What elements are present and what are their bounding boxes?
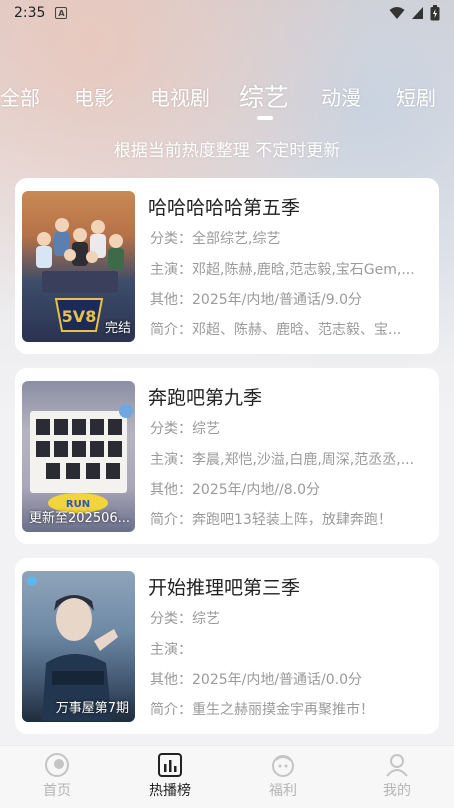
poster-image[interactable]: 5V8 完结 bbox=[22, 191, 135, 342]
status-badge: 更新至202506... bbox=[29, 511, 131, 526]
nav-home[interactable]: 首页 bbox=[17, 752, 97, 800]
chart-icon bbox=[158, 753, 182, 777]
tab-indicator bbox=[257, 116, 273, 120]
bottom-nav: 首页 热播榜 福利 我的 bbox=[0, 745, 454, 808]
poster-image[interactable]: RUN 更新至202506... bbox=[22, 381, 135, 532]
show-card[interactable]: RUN 更新至202506... 奔跑吧第九季 分类：综艺 主演：李晨,郑恺,沙… bbox=[15, 368, 439, 544]
show-title[interactable]: 哈哈哈哈哈第五季 bbox=[148, 193, 300, 220]
show-intro: 简介：重生之赫丽摸金宇再聚推市！ bbox=[150, 702, 374, 718]
nav-welfare[interactable]: 福利 bbox=[243, 752, 323, 800]
category-tabs: 全部 电影 电视剧 综艺 动漫 短剧 bbox=[0, 74, 454, 122]
svg-text:5V8: 5V8 bbox=[62, 307, 97, 326]
show-cast: 主演：李晨,郑恺,沙溢,白鹿,周深,范丞丞,... bbox=[150, 452, 415, 468]
show-category: 分类：综艺 bbox=[150, 611, 220, 627]
nav-hot-list[interactable]: 热播榜 bbox=[130, 752, 210, 800]
show-title[interactable]: 奔跑吧第九季 bbox=[148, 383, 262, 410]
signal-icon bbox=[412, 7, 423, 19]
home-icon bbox=[45, 753, 69, 777]
welfare-icon bbox=[272, 755, 294, 777]
poster-image[interactable]: 万事屋第7期 bbox=[22, 571, 135, 722]
status-badge: 万事屋第7期 bbox=[55, 701, 129, 716]
show-other: 其他：2025年/内地/普通话/9.0分 bbox=[150, 292, 363, 308]
wifi-icon bbox=[389, 7, 405, 19]
nav-welfare-label: 福利 bbox=[269, 783, 297, 799]
tab-anime[interactable]: 动漫 bbox=[321, 82, 361, 111]
tab-variety[interactable]: 综艺 bbox=[239, 78, 289, 114]
show-cast: 主演：邓超,陈赫,鹿晗,范志毅,宝石Gem,... bbox=[150, 262, 415, 278]
tab-short-drama[interactable]: 短剧 bbox=[396, 82, 436, 111]
show-intro: 简介：邓超、陈赫、鹿晗、范志毅、宝... bbox=[150, 322, 402, 338]
show-category: 分类：综艺 bbox=[150, 421, 220, 437]
tab-tv[interactable]: 电视剧 bbox=[150, 82, 210, 111]
nav-home-label: 首页 bbox=[43, 783, 71, 799]
tab-all[interactable]: 全部 bbox=[0, 82, 40, 111]
notification-icon: A bbox=[55, 7, 68, 19]
show-intro: 简介：奔跑吧13轻装上阵，放肆奔跑！ bbox=[150, 512, 392, 528]
nav-hot-list-label: 热播榜 bbox=[149, 783, 191, 799]
tab-movie[interactable]: 电影 bbox=[74, 82, 114, 111]
show-other: 其他：2025年/内地//8.0分 bbox=[150, 482, 321, 498]
show-category: 分类：全部综艺,综艺 bbox=[150, 231, 281, 247]
show-title[interactable]: 开始推理吧第三季 bbox=[148, 573, 300, 600]
ranking-subtitle: 根据当前热度整理 不定时更新 bbox=[113, 141, 341, 161]
show-other: 其他：2025年/内地/普通话/0.0分 bbox=[150, 672, 363, 688]
nav-profile[interactable]: 我的 bbox=[357, 752, 437, 800]
show-cast: 主演： bbox=[150, 642, 192, 658]
status-time: 2:35 bbox=[14, 5, 46, 21]
status-badge: 完结 bbox=[104, 321, 131, 336]
show-card[interactable]: 万事屋第7期 开始推理吧第三季 分类：综艺 主演： 其他：2025年/内地/普通… bbox=[15, 558, 439, 734]
battery-icon bbox=[430, 5, 440, 21]
status-bar: 2:35 A bbox=[0, 0, 454, 26]
show-card[interactable]: 5V8 完结 哈哈哈哈哈第五季 分类：全部综艺,综艺 主演：邓超,陈赫,鹿晗,范… bbox=[15, 178, 439, 354]
nav-profile-label: 我的 bbox=[383, 783, 411, 799]
profile-icon bbox=[386, 754, 408, 777]
